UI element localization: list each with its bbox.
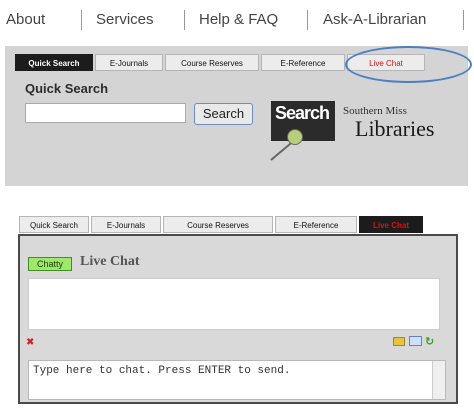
southern-miss-libraries-logo: Search Southern Miss Libraries	[270, 101, 449, 173]
nav-ask-a-librarian[interactable]: Ask-A-Librarian	[323, 11, 426, 28]
quick-search-heading: Quick Search	[25, 81, 109, 96]
message-input[interactable]: Type here to chat. Press ENTER to send.	[28, 360, 446, 400]
nav-separator	[81, 10, 82, 30]
logo-search-block: Search	[271, 101, 335, 141]
quick-search-widget: Quick Search E-Journals Course Reserves …	[5, 46, 472, 186]
message-scrollbar[interactable]	[432, 361, 445, 399]
status-badge: Chatty	[28, 257, 72, 271]
live-chat-widget: Chatty Live Chat ✖ ↻ Type here to chat. …	[18, 234, 458, 404]
nav-help-faq[interactable]: Help & FAQ	[199, 11, 278, 28]
tab-live-chat[interactable]: Live Chat	[359, 216, 423, 233]
tab-e-journals[interactable]: E-Journals	[91, 216, 161, 233]
nav-separator	[307, 10, 308, 30]
top-navigation: About Services Help & FAQ Ask-A-Libraria…	[0, 0, 474, 42]
live-chat-title: Live Chat	[80, 254, 140, 269]
tab-e-journals[interactable]: E-Journals	[95, 54, 163, 71]
logo-search-word: Search	[275, 103, 330, 123]
tab-quick-search[interactable]: Quick Search	[15, 54, 93, 71]
nav-separator	[184, 10, 185, 30]
magnifier-handle-icon	[270, 142, 292, 161]
logo-main-text: Libraries	[355, 116, 435, 141]
chat-transcript	[28, 278, 440, 330]
green-arrow-icon[interactable]: ↻	[425, 335, 434, 348]
nav-services[interactable]: Services	[96, 11, 154, 28]
folder-icon[interactable]	[393, 337, 405, 346]
tab-e-reference[interactable]: E-Reference	[275, 216, 357, 233]
tab-course-reserves[interactable]: Course Reserves	[163, 216, 273, 233]
tab-course-reserves[interactable]: Course Reserves	[165, 54, 259, 71]
message-placeholder: Type here to chat. Press ENTER to send.	[33, 365, 291, 377]
mail-icon[interactable]	[409, 336, 422, 346]
highlight-oval	[345, 46, 472, 83]
search-input[interactable]	[25, 103, 186, 123]
tab-quick-search[interactable]: Quick Search	[19, 216, 89, 233]
nav-separator	[463, 10, 464, 30]
nav-about[interactable]: About	[6, 11, 45, 28]
red-x-icon[interactable]: ✖	[26, 337, 34, 348]
search-button[interactable]: Search	[194, 103, 253, 125]
tab-e-reference[interactable]: E-Reference	[261, 54, 345, 71]
